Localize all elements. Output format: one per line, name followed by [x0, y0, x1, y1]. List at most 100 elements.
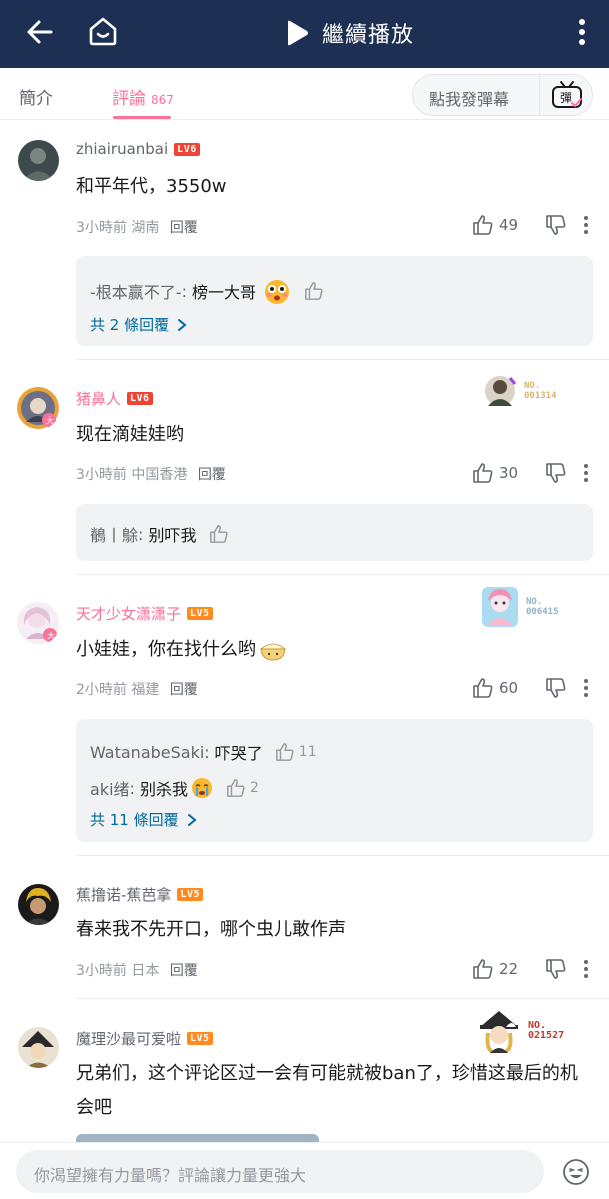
comment-actions: 22 [472, 958, 589, 980]
danmu-separator [539, 75, 540, 115]
like-icon[interactable] [226, 778, 246, 798]
emoji-picker-icon[interactable] [562, 1158, 590, 1186]
user-avatar[interactable]: 大 [16, 386, 60, 430]
comment-time: 3小時前 日本 [76, 963, 160, 979]
reply-like-button[interactable] [304, 281, 324, 301]
fan-badge-number: NO. 021527 [528, 1020, 565, 1041]
user-avatar[interactable] [18, 1027, 59, 1068]
fan-badge[interactable]: NO. 001314 [482, 374, 557, 408]
reply-text: 榜一大哥 [192, 283, 257, 302]
comment-input[interactable]: 你渴望擁有力量嗎？評論讓力量更強大 [16, 1150, 544, 1193]
fan-badge-avatar-icon [482, 587, 518, 627]
username-text: 天才少女潇潇子 [76, 605, 182, 623]
danmu-input-button[interactable]: 點我發彈幕 彈 [412, 74, 593, 116]
comment-actions: 30 [472, 462, 589, 484]
comment-username[interactable]: 魔理沙最可爱啦 LV5 [76, 1028, 213, 1049]
svg-text:大: 大 [46, 416, 54, 426]
reply-preview: aki绪: 别杀我 2 [90, 776, 259, 800]
fan-badge[interactable]: NO. 006415 [480, 585, 559, 629]
view-all-replies-link[interactable]: 共 11 條回覆 [90, 809, 199, 830]
level-badge: LV5 [187, 1032, 213, 1045]
svg-text:大: 大 [47, 631, 55, 641]
comment-item: 蕉撸诺-蕉芭拿 LV5 春来我不先开口，哪个虫儿敢作声 3小時前 日本 回覆 2… [0, 856, 609, 999]
like-icon[interactable] [275, 742, 295, 762]
fan-badge-avatar-icon [485, 376, 517, 406]
reply-button[interactable]: 回覆 [198, 467, 226, 483]
user-avatar[interactable]: 大 [16, 601, 60, 645]
dislike-icon[interactable] [545, 462, 567, 484]
fan-badge[interactable]: NO. 021527 [476, 1009, 564, 1053]
comment-more-icon[interactable] [583, 959, 589, 979]
comment-meta: 2小時前 福建 回覆 [76, 679, 198, 699]
comment-more-icon[interactable] [583, 215, 589, 235]
comment-item: 魔理沙最可爱啦 LV5 NO. 021527 兄弟们，这个评论区过一会有可能就被… [0, 999, 609, 1142]
comment-meta: 3小時前 日本 回覆 [76, 960, 198, 980]
level-badge: LV5 [177, 888, 203, 901]
username-text: 魔理沙最可爱啦 [76, 1030, 182, 1048]
reply-preview-box[interactable]: WatanabeSaki: 吓哭了 11 aki绪: 别杀我 2 共 11 條回… [76, 719, 593, 842]
fan-badge-number: NO. 006415 [526, 597, 559, 617]
like-count: 30 [499, 464, 519, 482]
comment-text-content: 小娃娃，你在找什么哟 [76, 639, 256, 660]
like-icon[interactable] [472, 958, 494, 980]
reply-text: 吓哭了 [214, 744, 263, 763]
like-icon[interactable] [472, 462, 494, 484]
fan-badge-avatar-icon [480, 1011, 518, 1053]
reply-button[interactable]: 回覆 [170, 682, 198, 698]
comment-more-icon[interactable] [583, 678, 589, 698]
dislike-icon[interactable] [545, 677, 567, 699]
comment-username[interactable]: 蕉撸诺-蕉芭拿 LV5 [76, 884, 203, 905]
reply-preview-box[interactable]: 鶺丨鵌: 别吓我 [76, 504, 593, 561]
reply-user: -根本赢不了- [90, 283, 182, 302]
comment-item: 大 猪鼻人 LV6 NO. 001314 现在滴娃娃哟 3小時前 中国香港 回覆… [0, 360, 609, 575]
dislike-icon[interactable] [545, 214, 567, 236]
username-text: 猪鼻人 [76, 390, 122, 408]
reply-button[interactable]: 回覆 [170, 220, 198, 236]
reply-preview-box[interactable]: -根本赢不了-: 榜一大哥 共 2 條回覆 [76, 256, 593, 346]
level-badge: LV5 [187, 607, 213, 620]
username-text: zhiairuanbai [76, 140, 169, 158]
dislike-icon[interactable] [545, 958, 567, 980]
level-badge: LV6 [127, 392, 153, 405]
reply-text: 别杀我 [140, 780, 189, 799]
reply-button[interactable]: 回覆 [170, 963, 198, 979]
like-icon[interactable] [209, 524, 229, 544]
fan-badge-number: NO. 001314 [524, 381, 557, 401]
comment-username[interactable]: 天才少女潇潇子 LV5 [76, 603, 213, 624]
reply-like-button[interactable]: 2 [226, 778, 259, 798]
danmu-toggle-icon[interactable]: 彈 [550, 79, 584, 111]
bowl-emoji-icon [259, 643, 287, 661]
comment-more-icon[interactable] [583, 463, 589, 483]
like-count: 60 [499, 679, 519, 697]
reply-like-button[interactable] [209, 524, 229, 544]
play-icon [288, 20, 308, 46]
like-icon[interactable] [472, 214, 494, 236]
tab-comments[interactable]: 評論 867 [112, 84, 174, 109]
continue-play-label: 繼續播放 [322, 23, 415, 48]
comment-username[interactable]: zhiairuanbai LV6 [76, 140, 200, 158]
continue-play-button[interactable]: 繼續播放 [284, 15, 414, 51]
comment-text: 小娃娃，你在找什么哟 [76, 633, 591, 667]
username-text: 蕉撸诺-蕉芭拿 [76, 886, 172, 904]
chevron-right-icon [178, 318, 187, 331]
user-avatar[interactable] [18, 140, 59, 181]
level-badge: LV6 [174, 142, 200, 156]
reply-user: aki绪 [90, 780, 130, 799]
reply-preview: WatanabeSaki: 吓哭了 11 [90, 740, 317, 764]
comment-meta: 3小時前 湖南 回覆 [76, 217, 198, 237]
back-arrow-icon[interactable] [22, 14, 58, 50]
comment-input-placeholder: 你渴望擁有力量嗎？評論讓力量更強大 [34, 1166, 307, 1185]
reply-preview: -根本赢不了-: 榜一大哥 [90, 276, 324, 306]
tab-intro[interactable]: 簡介 [19, 84, 53, 109]
danmu-placeholder: 點我發彈幕 [429, 90, 510, 109]
top-bar: 繼續播放 [0, 0, 609, 68]
comment-actions: 49 [472, 214, 589, 236]
user-avatar[interactable] [18, 884, 59, 925]
comment-username[interactable]: 猪鼻人 LV6 [76, 388, 153, 409]
more-vertical-icon[interactable] [568, 14, 596, 50]
home-icon[interactable] [84, 12, 122, 50]
view-all-replies-link[interactable]: 共 2 條回覆 [90, 314, 189, 335]
like-icon[interactable] [472, 677, 494, 699]
reply-like-button[interactable]: 11 [275, 742, 317, 762]
like-icon[interactable] [304, 281, 324, 301]
